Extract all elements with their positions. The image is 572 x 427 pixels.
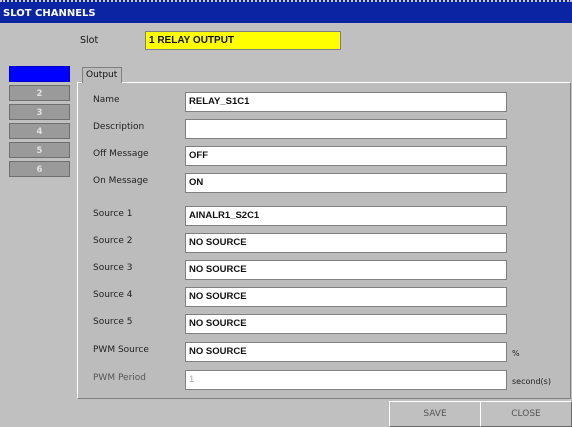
source1-label: Source 1 <box>93 209 133 219</box>
source5-label: Source 5 <box>93 317 133 327</box>
source4-field[interactable]: NO SOURCE <box>185 287 507 307</box>
source1-field[interactable]: AINALR1_S2C1 <box>185 206 507 226</box>
source4-row: Source 4 NO SOURCE <box>0 287 572 307</box>
source5-row: Source 5 NO SOURCE <box>0 314 572 334</box>
source4-label: Source 4 <box>93 290 133 300</box>
source2-field[interactable]: NO SOURCE <box>185 233 507 253</box>
pwm-source-field[interactable]: NO SOURCE <box>185 342 507 362</box>
off-message-field[interactable]: OFF <box>185 146 507 166</box>
pwm-period-row: PWM Period 1 second(s) <box>0 370 572 390</box>
description-field[interactable] <box>185 119 507 139</box>
pwm-period-unit: second(s) <box>512 377 551 386</box>
pwm-source-row: PWM Source NO SOURCE % <box>0 342 572 362</box>
pwm-source-label: PWM Source <box>93 345 149 355</box>
pwm-period-label: PWM Period <box>93 373 147 383</box>
tab-output[interactable]: Output <box>82 67 122 83</box>
pwm-period-field[interactable]: 1 <box>185 370 507 390</box>
description-label: Description <box>93 122 145 132</box>
window-title: SLOT CHANNELS <box>0 0 572 23</box>
source5-field[interactable]: NO SOURCE <box>185 314 507 334</box>
description-row: Description <box>0 119 572 139</box>
slot-selector[interactable]: 1 RELAY OUTPUT <box>145 31 341 50</box>
channel-button-1[interactable]: 1 <box>9 66 70 82</box>
off-message-row: Off Message OFF <box>0 146 572 166</box>
on-message-row: On Message ON <box>0 173 572 193</box>
on-message-label: On Message <box>93 176 149 186</box>
slot-label: Slot <box>80 35 99 46</box>
pwm-source-unit: % <box>512 349 520 358</box>
close-button[interactable]: CLOSE <box>480 401 572 427</box>
source2-row: Source 2 NO SOURCE <box>0 233 572 253</box>
off-message-label: Off Message <box>93 149 149 159</box>
source3-row: Source 3 NO SOURCE <box>0 260 572 280</box>
source1-row: Source 1 AINALR1_S2C1 <box>0 206 572 226</box>
name-row: Name RELAY_S1C1 <box>0 92 572 112</box>
name-field[interactable]: RELAY_S1C1 <box>185 92 507 112</box>
on-message-field[interactable]: ON <box>185 173 507 193</box>
source3-label: Source 3 <box>93 263 133 273</box>
name-label: Name <box>93 95 120 105</box>
save-button[interactable]: SAVE <box>389 401 481 427</box>
source3-field[interactable]: NO SOURCE <box>185 260 507 280</box>
source2-label: Source 2 <box>93 236 133 246</box>
